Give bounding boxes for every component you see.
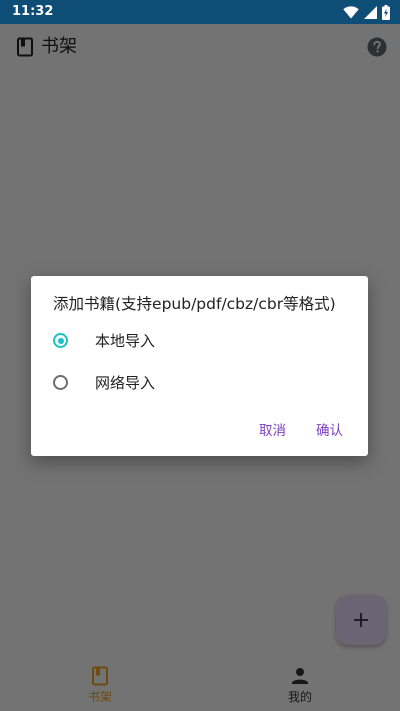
wifi-icon (343, 5, 359, 18)
status-icons (343, 4, 390, 20)
add-book-dialog: 添加书籍(支持epub/pdf/cbz/cbr等格式) 本地导入 网络导入 取消… (31, 276, 368, 456)
cancel-button[interactable]: 取消 (253, 416, 292, 446)
radio-checked-icon[interactable] (53, 333, 68, 348)
status-time: 11:32 (12, 4, 54, 19)
option-network-import[interactable]: 网络导入 (31, 364, 368, 404)
option-label: 本地导入 (95, 332, 156, 350)
option-local-import[interactable]: 本地导入 (31, 322, 368, 362)
battery-icon (382, 4, 390, 20)
confirm-button[interactable]: 确认 (310, 416, 349, 446)
dialog-title: 添加书籍(支持epub/pdf/cbz/cbr等格式) (53, 295, 336, 313)
option-label: 网络导入 (95, 374, 156, 392)
radio-unchecked-icon[interactable] (53, 375, 68, 390)
signal-icon (364, 5, 377, 19)
status-bar: 11:32 (0, 0, 400, 24)
